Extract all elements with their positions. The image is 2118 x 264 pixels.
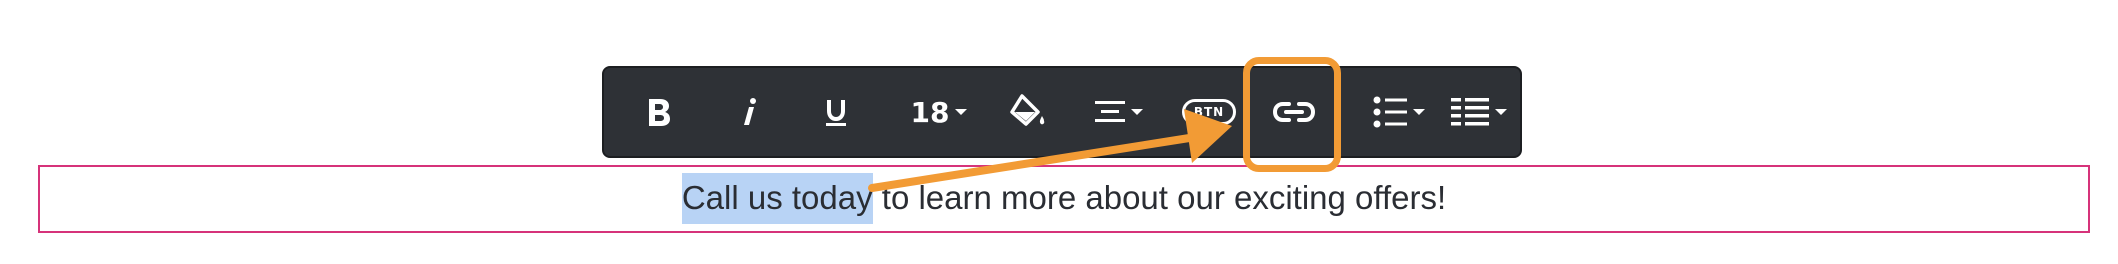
chevron-down-icon [1495, 109, 1507, 115]
bold-button[interactable] [634, 68, 684, 156]
text-formatting-toolbar: 18 BTN [602, 66, 1522, 158]
bulleted-list-dropdown[interactable] [1364, 68, 1434, 156]
bulleted-list-icon [1373, 96, 1407, 128]
text-align-dropdown[interactable] [1084, 68, 1154, 156]
selected-text[interactable]: Call us today [681, 173, 873, 224]
fill-color-button[interactable] [999, 68, 1059, 156]
editor-canvas: 18 BTN Call us today to learn more about… [0, 0, 2118, 264]
text-block[interactable]: Call us today to learn more about our ex… [38, 165, 2090, 233]
italic-button[interactable] [724, 68, 774, 156]
chevron-down-icon [1413, 109, 1425, 115]
font-size-value: 18 [910, 95, 950, 129]
numbered-list-dropdown[interactable] [1444, 68, 1514, 156]
chevron-down-icon [955, 109, 968, 115]
text-content[interactable]: Call us today to learn more about our ex… [40, 173, 2088, 224]
insert-button-button[interactable]: BTN [1174, 68, 1244, 156]
font-size-dropdown[interactable]: 18 [904, 68, 974, 156]
link-icon [1273, 102, 1315, 122]
italic-icon [744, 98, 756, 125]
align-center-icon [1095, 101, 1125, 122]
paint-bucket-icon [1010, 94, 1045, 126]
insert-link-button[interactable] [1264, 68, 1324, 156]
chevron-down-icon [1131, 109, 1143, 115]
bold-icon [649, 99, 670, 126]
underline-button[interactable] [811, 68, 861, 156]
unselected-text[interactable]: to learn more about our exciting offers! [873, 179, 1446, 216]
underline-icon [826, 100, 846, 126]
numbered-list-icon [1451, 98, 1489, 126]
button-label: BTN [1182, 99, 1236, 125]
